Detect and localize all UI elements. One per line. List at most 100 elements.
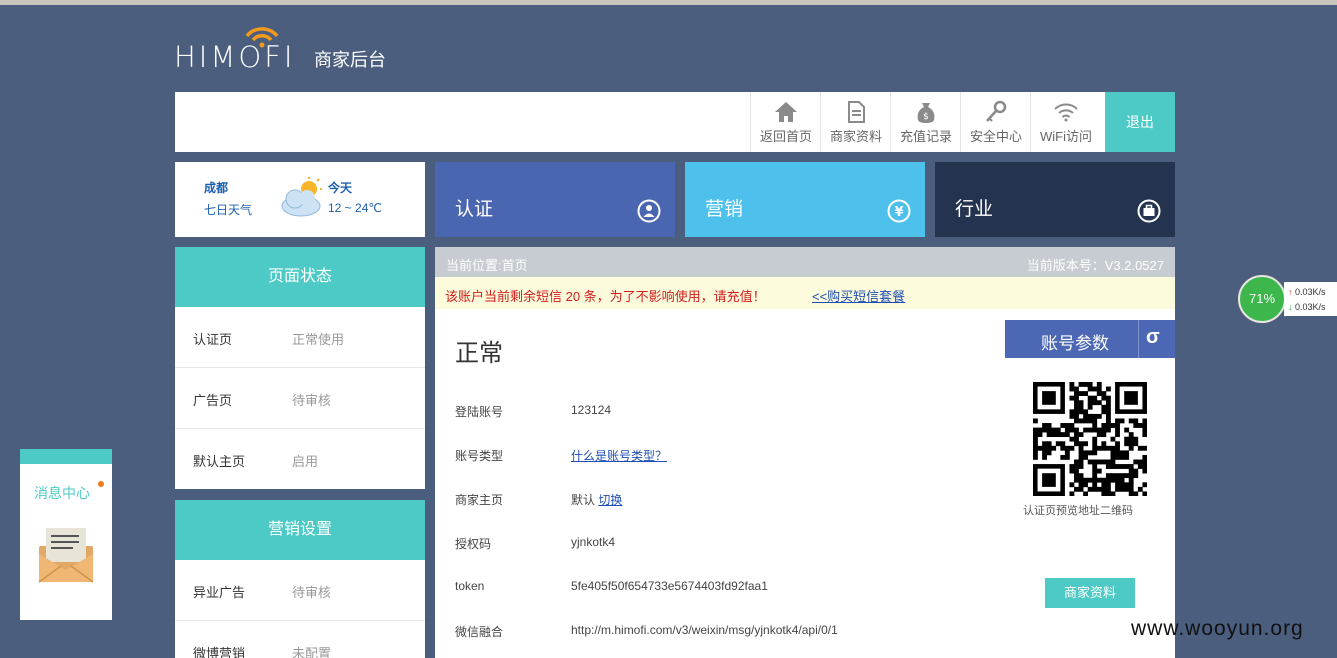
page-status-title: 页面状态 — [175, 247, 425, 307]
message-center-label: 消息中心 — [34, 485, 90, 501]
wifi-icon — [1054, 103, 1078, 122]
info-value: http://m.himofi.com/v3/weixin/msg/yjnkot… — [571, 623, 838, 637]
tile-marketing-label: 营销 — [705, 199, 744, 220]
info-value: 5fe405f50f654733e5674403fd92faa1 — [571, 579, 768, 593]
marketing-row-key: 微博营销 — [193, 646, 246, 658]
tile-marketing[interactable]: 营销 ¥ — [685, 162, 925, 237]
version-label: 当前版本号：V3.2.0527 — [1026, 258, 1164, 273]
info-key: token — [455, 579, 485, 593]
sun-cloud-icon — [281, 177, 322, 217]
nav-recharge[interactable]: $ 充值记录 — [890, 92, 961, 152]
sms-warning: 该账户当前剩余短信 20 条，为了不影响使用，请充值！ — [445, 289, 766, 304]
account-params-button[interactable]: 账号参数 σ — [1005, 320, 1175, 358]
status-row-value: 正常使用 — [292, 332, 345, 347]
weather-widget: 成都 七日天气 今天 12 ~ 24℃ — [175, 162, 425, 237]
nav-business-info[interactable]: 商家资料 — [820, 92, 891, 152]
status-row-default-home[interactable]: 默认主页 启用 — [175, 429, 425, 489]
weather-day: 今天 — [328, 181, 353, 195]
briefcase-icon — [1137, 199, 1161, 223]
sigma-icon: σ — [1146, 326, 1160, 348]
info-key: 账号类型 — [455, 449, 504, 463]
nav-wifi-access[interactable]: WiFi访问 — [1030, 92, 1101, 152]
account-type-help-link[interactable]: 什么是账号类型？ — [571, 447, 667, 464]
weather-temp: 12 ~ 24℃ — [328, 201, 382, 215]
logo-subtitle: 商家后台 — [314, 50, 386, 70]
upload-rate: ↑ 0.03K/s — [1288, 287, 1326, 297]
buy-sms-link[interactable]: <<购买短信套餐 — [812, 286, 905, 305]
breadcrumb-location: 当前位置:首页 — [446, 258, 528, 273]
nav-wifi-access-label: WiFi访问 — [1040, 129, 1092, 144]
up-arrow-icon: ↑ — [1288, 287, 1293, 297]
info-value: 默认 切换 — [571, 491, 622, 508]
tile-industry-label: 行业 — [955, 199, 994, 220]
nav-recharge-label: 充值记录 — [899, 129, 952, 144]
watermark: www.wooyun.org — [1131, 617, 1304, 640]
tile-auth[interactable]: 认证 — [435, 162, 675, 237]
key-icon — [986, 100, 1007, 122]
divider — [1138, 320, 1139, 358]
info-key: 微信融合 — [455, 625, 504, 639]
nav-business-info-label: 商家资料 — [829, 129, 882, 144]
envelope-icon — [38, 528, 94, 583]
info-key: 登陆账号 — [455, 405, 504, 419]
net-rates: ↑ 0.03K/s ↓ 0.03K/s — [1284, 282, 1337, 316]
money-bag-icon: $ — [917, 103, 935, 123]
sms-notice: 该账户当前剩余短信 20 条，为了不影响使用，请充值！ <<购买短信套餐 — [435, 277, 1175, 309]
nav-home[interactable]: 返回首页 — [750, 92, 821, 152]
marketing-settings-title: 营销设置 — [175, 500, 425, 560]
status-row-key: 认证页 — [193, 332, 233, 347]
qr-caption: 认证页预览地址二维码 — [1023, 505, 1133, 517]
info-value: 123124 — [571, 403, 612, 417]
home-default-value: 默认 — [571, 493, 596, 507]
home-icon — [775, 102, 797, 122]
tile-auth-label: 认证 — [455, 199, 494, 220]
marketing-row-weibo[interactable]: 微博营销 未配置 — [175, 621, 425, 658]
info-value: yjnkotk4 — [571, 535, 616, 549]
info-key: 授权码 — [455, 537, 492, 551]
main-content: 当前位置:首页 当前版本号：V3.2.0527 该账户当前剩余短信 20 条，为… — [435, 247, 1175, 658]
unread-dot — [98, 481, 104, 487]
account-params-label: 账号参数 — [1041, 334, 1109, 353]
info-key: 商家主页 — [455, 493, 504, 507]
marketing-row-value: 未配置 — [292, 646, 332, 658]
marketing-row-crossad[interactable]: 异业广告 待审核 — [175, 560, 425, 621]
switch-home-link[interactable]: 切换 — [598, 493, 622, 507]
account-status: 正常 — [455, 340, 503, 367]
document-icon — [848, 101, 865, 123]
nav-home-label: 返回首页 — [759, 129, 812, 144]
weather-7day-link[interactable]: 七日天气 — [204, 201, 252, 218]
marketing-row-value: 待审核 — [292, 585, 332, 600]
browser-strip — [0, 0, 1337, 5]
cpu-percent-ball: 71% — [1238, 275, 1286, 323]
nav-security-label: 安全中心 — [969, 129, 1022, 144]
svg-text:$: $ — [923, 112, 929, 122]
status-row-key: 默认主页 — [193, 454, 246, 469]
download-rate: ↓ 0.03K/s — [1288, 302, 1326, 312]
yen-icon: ¥ — [887, 199, 911, 223]
page-status-panel: 页面状态 认证页 正常使用 广告页 待审核 默认主页 启用 — [175, 247, 425, 489]
weather-city: 成都 — [204, 181, 229, 195]
business-info-button[interactable]: 商家资料 — [1045, 578, 1135, 608]
nav-security[interactable]: 安全中心 — [960, 92, 1031, 152]
marketing-row-key: 异业广告 — [193, 585, 246, 600]
top-nav: 返回首页 商家资料 $ 充值记录 安全中心 WiFi访问 退出 — [175, 92, 1175, 152]
user-icon — [637, 199, 661, 223]
status-row-ad[interactable]: 广告页 待审核 — [175, 368, 425, 429]
download-rate-value: 0.03K/s — [1295, 302, 1326, 312]
logo-wordmark: HIMOFI — [174, 40, 296, 74]
logout-button[interactable]: 退出 — [1105, 92, 1175, 152]
status-row-value: 启用 — [292, 454, 319, 469]
upload-rate-value: 0.03K/s — [1295, 287, 1326, 297]
status-row-auth[interactable]: 认证页 正常使用 — [175, 307, 425, 368]
qr-code — [1033, 382, 1147, 496]
status-row-key: 广告页 — [193, 393, 233, 408]
tile-industry[interactable]: 行业 — [935, 162, 1175, 237]
breadcrumb: 当前位置:首页 当前版本号：V3.2.0527 — [435, 247, 1175, 277]
message-center[interactable]: 消息中心 — [20, 449, 112, 620]
message-center-bar — [20, 449, 112, 464]
marketing-settings-panel: 营销设置 异业广告 待审核 微博营销 未配置 — [175, 500, 425, 658]
net-monitor[interactable]: 71% ↑ 0.03K/s ↓ 0.03K/s — [1238, 275, 1337, 323]
svg-text:¥: ¥ — [894, 205, 903, 220]
down-arrow-icon: ↓ — [1288, 302, 1293, 312]
status-row-value: 待审核 — [292, 393, 332, 408]
